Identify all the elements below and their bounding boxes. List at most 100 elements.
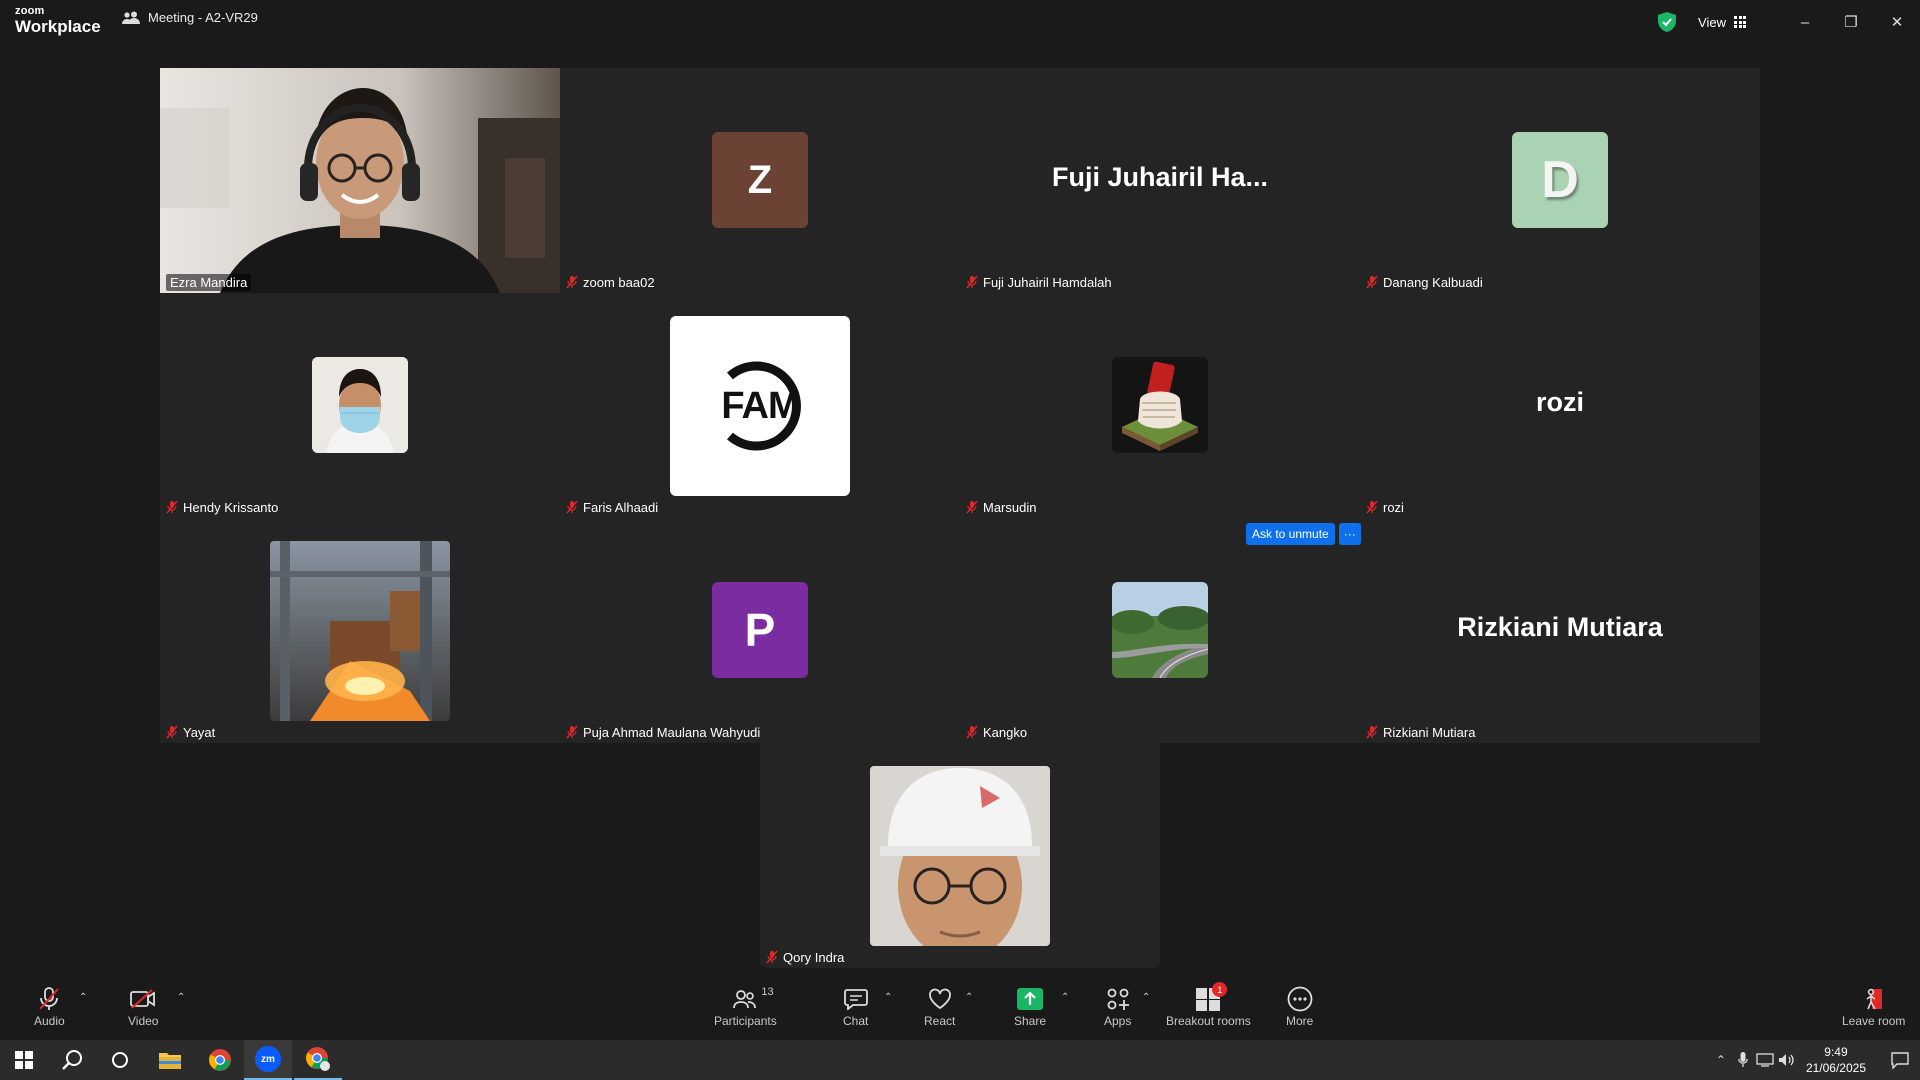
react-options-caret-icon[interactable]: ⌃ bbox=[965, 992, 973, 1003]
taskbar-chrome[interactable] bbox=[196, 1040, 244, 1080]
folder-icon bbox=[159, 1053, 181, 1069]
cortana-circle-icon bbox=[112, 1052, 128, 1068]
breakout-rooms-button[interactable]: 1 Breakout rooms bbox=[1166, 982, 1251, 1028]
grid-view-icon bbox=[1734, 16, 1746, 28]
windows-logo-icon bbox=[15, 1051, 33, 1069]
chat-options-caret-icon[interactable]: ⌃ bbox=[884, 992, 892, 1003]
audio-label: Audio bbox=[34, 1014, 65, 1028]
participant-tile-danang-kalbuadi[interactable]: D Danang Kalbuadi bbox=[1360, 68, 1760, 293]
muted-mic-icon bbox=[566, 275, 578, 289]
hand-card-photo bbox=[1112, 357, 1208, 453]
logo-line2: Workplace bbox=[15, 17, 101, 36]
participant-name-label: Rizkiani Mutiara bbox=[1366, 723, 1475, 741]
participant-tile-faris-alhaadi[interactable]: FAM Faris Alhaadi bbox=[560, 293, 960, 518]
apps-options-caret-icon[interactable]: ⌃ bbox=[1142, 992, 1150, 1003]
participants-button[interactable]: 13 Participants bbox=[714, 986, 777, 1028]
apps-button[interactable]: Apps bbox=[1104, 986, 1131, 1028]
heart-icon bbox=[928, 988, 951, 1010]
taskbar-zoom[interactable]: zm bbox=[244, 1040, 292, 1080]
react-label: React bbox=[924, 1014, 956, 1028]
participant-tile-rizkiani-mutiara[interactable]: Rizkiani Mutiara Rizkiani Mutiara bbox=[1360, 518, 1760, 743]
initial-avatar: Z bbox=[712, 132, 808, 228]
participant-tile-fuji-juhairil-hamdalah[interactable]: Fuji Juhairil Ha... Fuji Juhairil Hamdal… bbox=[960, 68, 1360, 293]
start-button[interactable] bbox=[0, 1040, 48, 1080]
restore-button[interactable]: ❐ bbox=[1828, 2, 1874, 42]
clock-time: 9:49 bbox=[1824, 1045, 1848, 1059]
taskbar-clock[interactable]: 9:49 21/06/2025 bbox=[1806, 1044, 1866, 1076]
participant-name: Kangko bbox=[983, 724, 1028, 740]
react-button[interactable]: React bbox=[924, 986, 955, 1028]
avatar-initial: P bbox=[744, 604, 776, 656]
audio-button[interactable]: Audio bbox=[34, 986, 65, 1028]
show-hidden-icons-chevron-icon[interactable]: ⌃ bbox=[1710, 1053, 1732, 1067]
participant-name-label: Marsudin bbox=[966, 498, 1036, 516]
participant-tile-kangko[interactable]: Kangko bbox=[960, 518, 1360, 743]
muted-mic-icon bbox=[1366, 500, 1378, 514]
clock-date: 21/06/2025 bbox=[1805, 1061, 1866, 1075]
network-icon[interactable] bbox=[1754, 1053, 1776, 1067]
participant-name: Ezra Mandira bbox=[166, 273, 252, 291]
meeting-info[interactable]: Meeting - A2-VR29 bbox=[122, 10, 258, 25]
participant-tile-puja-ahmad-maulana-wahyudi[interactable]: P Puja Ahmad Maulana Wahyudi bbox=[560, 518, 960, 743]
participant-name: Danang Kalbuadi bbox=[1383, 274, 1483, 290]
participant-display-name: rozi bbox=[1535, 387, 1584, 417]
video-off-icon bbox=[130, 989, 156, 1009]
initial-avatar: D bbox=[1512, 132, 1608, 228]
participant-tile-ezra-mandira[interactable]: Ezra Mandira bbox=[160, 68, 560, 293]
participants-icon bbox=[122, 11, 140, 24]
notifications-icon[interactable] bbox=[1880, 1051, 1920, 1069]
microphone-tray-icon[interactable] bbox=[1732, 1052, 1754, 1068]
share-button[interactable]: Share bbox=[1014, 986, 1046, 1028]
encryption-shield-icon[interactable] bbox=[1658, 12, 1677, 32]
muted-mic-icon bbox=[766, 950, 778, 964]
video-button[interactable]: Video bbox=[128, 986, 158, 1028]
participant-tile-qory-indra[interactable]: Qory Indra bbox=[760, 743, 1160, 968]
participant-name: Qory Indra bbox=[783, 949, 845, 965]
participant-name: rozi bbox=[1383, 499, 1404, 515]
zoom-app-icon: zm bbox=[255, 1046, 281, 1072]
participant-tile-marsudin[interactable]: Marsudin bbox=[960, 293, 1360, 518]
profile-photo bbox=[1112, 357, 1208, 453]
logo-line1: zoom bbox=[15, 5, 45, 17]
participant-tile-rozi[interactable]: rozi rozi bbox=[1360, 293, 1760, 518]
close-button[interactable]: ✕ bbox=[1874, 2, 1920, 42]
share-options-caret-icon[interactable]: ⌃ bbox=[1061, 992, 1069, 1003]
participant-name-label: Yayat bbox=[166, 723, 215, 741]
participant-name: Rizkiani Mutiara bbox=[1383, 724, 1476, 740]
chrome-icon bbox=[209, 1049, 231, 1071]
taskbar-chrome-profile[interactable] bbox=[294, 1040, 342, 1080]
zoom-app-icon-text: zm bbox=[261, 1053, 275, 1065]
tile-more-options-button[interactable]: ··· bbox=[1338, 523, 1361, 545]
task-view-button[interactable] bbox=[96, 1040, 144, 1080]
leave-room-button[interactable]: Leave room bbox=[1842, 986, 1905, 1028]
taskbar-file-explorer[interactable] bbox=[146, 1040, 194, 1080]
participant-name-label: Hendy Krissanto bbox=[166, 498, 278, 516]
meeting-toolbar: Audio ⌃ Video ⌃ 13 Participants Chat ⌃ R… bbox=[0, 976, 1920, 1040]
participant-name-label: Ezra Mandira bbox=[166, 273, 252, 291]
profile-photo bbox=[312, 357, 408, 453]
video-options-caret-icon[interactable]: ⌃ bbox=[177, 992, 185, 1003]
ask-to-unmute-button[interactable]: Ask to unmute bbox=[1246, 523, 1335, 545]
participant-name: Puja Ahmad Maulana Wahyudi bbox=[583, 724, 761, 740]
participant-name-label: Fuji Juhairil Hamdalah bbox=[966, 273, 1112, 291]
breakout-badge: 1 bbox=[1212, 982, 1228, 997]
avatar-initial: Z bbox=[747, 157, 773, 202]
minimize-button[interactable]: – bbox=[1782, 2, 1828, 42]
participant-tile-yayat[interactable]: Yayat bbox=[160, 518, 560, 743]
video-feed-ezra bbox=[160, 68, 560, 293]
chat-button[interactable]: Chat bbox=[843, 986, 868, 1028]
participant-count: 13 bbox=[761, 986, 774, 998]
muted-mic-icon bbox=[966, 725, 978, 739]
participant-name: Hendy Krissanto bbox=[183, 499, 279, 515]
more-button[interactable]: More bbox=[1286, 986, 1313, 1028]
participant-tile-zoom-baa02[interactable]: Z zoom baa02 bbox=[560, 68, 960, 293]
more-icon bbox=[1287, 986, 1313, 1012]
audio-options-caret-icon[interactable]: ⌃ bbox=[79, 992, 87, 1003]
participant-name-label: Danang Kalbuadi bbox=[1366, 273, 1483, 291]
participant-name: Fuji Juhairil Hamdalah bbox=[983, 274, 1112, 290]
search-button[interactable] bbox=[48, 1040, 96, 1080]
apps-label: Apps bbox=[1104, 1014, 1132, 1028]
view-button[interactable]: View bbox=[1698, 15, 1746, 30]
volume-icon[interactable] bbox=[1776, 1053, 1798, 1067]
participant-tile-hendy-krissanto[interactable]: Hendy Krissanto bbox=[160, 293, 560, 518]
